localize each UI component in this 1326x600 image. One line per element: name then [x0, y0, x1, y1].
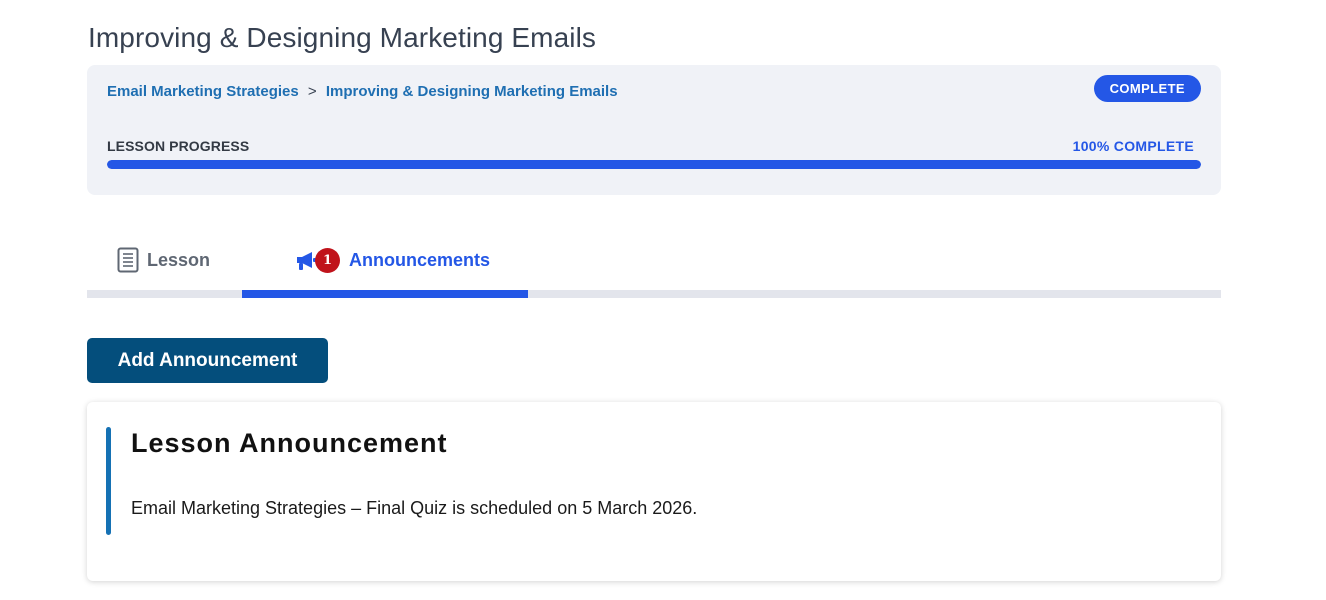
- announcement-title: Lesson Announcement: [131, 428, 448, 458]
- breadcrumb-course-link[interactable]: Email Marketing Strategies: [107, 83, 299, 100]
- progress-value: 100% COMPLETE: [1072, 138, 1194, 154]
- tab-announcements-label: Announcements: [349, 249, 491, 270]
- tab-lesson[interactable]: Lesson: [117, 230, 210, 290]
- document-icon: [117, 247, 139, 273]
- lesson-tabs: Lesson 1 Announcements: [87, 230, 1221, 298]
- progress-bar: [107, 160, 1201, 169]
- progress-bar-fill: [107, 160, 1201, 169]
- breadcrumb-separator: >: [307, 83, 317, 100]
- announcement-body: Email Marketing Strategies – Final Quiz …: [131, 498, 698, 518]
- announcement-card: Lesson Announcement Email Marketing Stra…: [87, 402, 1221, 581]
- breadcrumb: Email Marketing Strategies > Improving &…: [107, 83, 618, 100]
- announcement-accent-bar: [106, 427, 111, 535]
- page-title: Improving & Designing Marketing Emails: [88, 22, 597, 53]
- megaphone-icon: 1: [295, 245, 341, 275]
- tab-lesson-label: Lesson: [147, 249, 211, 270]
- progress-label: LESSON PROGRESS: [107, 138, 250, 154]
- announcement-count-badge: 1: [315, 248, 340, 273]
- add-announcement-button[interactable]: Add Announcement: [87, 338, 328, 383]
- status-badge: COMPLETE: [1093, 75, 1201, 102]
- lesson-progress-panel: Email Marketing Strategies > Improving &…: [87, 65, 1221, 195]
- breadcrumb-lesson-link[interactable]: Improving & Designing Marketing Emails: [326, 83, 618, 100]
- tab-active-indicator: [242, 290, 528, 298]
- tab-announcements[interactable]: 1 Announcements: [295, 230, 490, 290]
